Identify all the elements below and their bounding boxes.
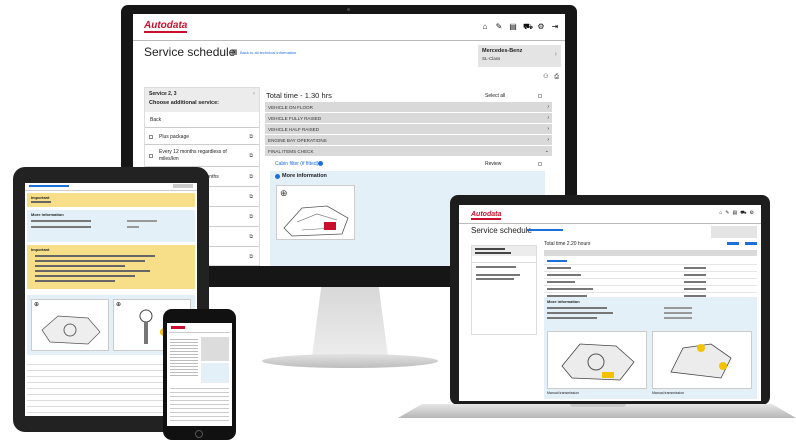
- tablet-important-heading: Important: [31, 247, 50, 252]
- laptop: Autodata ⌂✎▤⛟⚙ Service schedule Total ti…: [450, 195, 770, 405]
- laptop-base-notch: [570, 404, 626, 407]
- vehicle-make: Mercedes-Benz: [482, 48, 523, 54]
- back-to-technical-link[interactable]: Back to all technical information: [240, 50, 296, 55]
- important-heading: Important: [31, 195, 50, 200]
- section-row[interactable]: ENGINE BAY OPERATIONS ›: [265, 135, 552, 146]
- chevron-left-icon[interactable]: ‹: [253, 91, 255, 97]
- vehicle-box[interactable]: Mercedes-Benz SL-Class ›: [478, 45, 561, 67]
- service-item[interactable]: Every 12 months regardless of miles/km ⧉: [145, 146, 259, 167]
- tablet-nav: [25, 183, 197, 191]
- laptop-blue-links: [727, 242, 757, 245]
- copy-icon: ⧉: [249, 194, 253, 200]
- laptop-header-icons: ⌂✎▤⛟⚙: [719, 210, 757, 217]
- service-subtitle: Choose additional service:: [149, 100, 219, 106]
- laptop-service-panel: [471, 245, 537, 335]
- laptop-screen: Autodata ⌂✎▤⛟⚙ Service schedule Total ti…: [459, 205, 761, 401]
- select-all-link[interactable]: Select all: [485, 93, 505, 99]
- car-icon[interactable]: ⛟: [740, 210, 749, 216]
- logout-icon[interactable]: ⇥: [551, 23, 559, 31]
- tablet-more-info-heading: More information: [31, 212, 64, 217]
- monitor-base: [262, 354, 438, 368]
- car-icon[interactable]: ⛟: [523, 23, 533, 31]
- section-row[interactable]: FINAL ITEMS CHECK ⌄: [265, 146, 552, 157]
- service-name: Service 2, 3: [149, 91, 177, 97]
- laptop-diagram-1[interactable]: [547, 331, 647, 389]
- check-icon: [318, 161, 323, 166]
- copy-icon: ⧉: [249, 174, 253, 180]
- home-icon[interactable]: ⌂: [481, 23, 489, 31]
- laptop-diagram-2-caption: Manual transmission: [652, 391, 685, 395]
- laptop-more-info-heading: More information: [547, 299, 580, 304]
- engine-diagram: [41, 315, 101, 345]
- laptop-autodata-logo[interactable]: Autodata: [471, 211, 502, 220]
- section-row[interactable]: VEHICLE FULLY RAISED ›: [265, 113, 552, 124]
- review-checkbox[interactable]: [538, 162, 542, 166]
- grid-icon[interactable]: ▦: [231, 48, 238, 56]
- laptop-vehicle-box[interactable]: [711, 226, 757, 238]
- laptop-page-title: Service schedule: [471, 226, 532, 235]
- chevron-right-icon: ›: [554, 51, 557, 58]
- section-row[interactable]: VEHICLE HALF RAISED ›: [265, 124, 552, 135]
- transmission-diagram-1: [561, 343, 635, 381]
- smartphone: [163, 309, 236, 440]
- laptop-diagram-1-caption: Manual transmission: [547, 391, 580, 395]
- review-label: Review: [485, 161, 502, 167]
- diagram-image[interactable]: ⊕: [276, 185, 355, 240]
- zoom-icon[interactable]: ⊕: [116, 301, 121, 308]
- page-title: Service schedule: [144, 45, 236, 59]
- wrench-icon[interactable]: ✎: [495, 23, 503, 31]
- laptop-total-time: Total time 2.20 hours: [544, 241, 591, 247]
- laptop-diagram-2[interactable]: [652, 331, 752, 389]
- select-all-checkbox[interactable]: [538, 94, 542, 98]
- camera-dot: [347, 8, 350, 11]
- cabin-filter-link[interactable]: Cabin filter (if fitted): [275, 161, 318, 167]
- more-info-heading: More information: [282, 173, 327, 179]
- laptop-section-bar[interactable]: [544, 250, 757, 256]
- print-icon[interactable]: ⎙: [554, 74, 559, 80]
- gear-icon[interactable]: ⚙: [750, 210, 757, 216]
- gear-icon[interactable]: ⚙: [537, 23, 545, 31]
- copy-icon: ⧉: [249, 133, 253, 140]
- laptop-more-info-panel: More information Manual transmission Man…: [544, 297, 757, 399]
- cabin-filter-diagram: [283, 205, 349, 237]
- document-icon[interactable]: ▤: [509, 23, 517, 31]
- copy-icon: ⧉: [249, 214, 253, 220]
- copy-icon: ⧉: [249, 234, 253, 240]
- tablet-important-box: Important: [27, 245, 195, 289]
- copy-icon: ⧉: [249, 254, 253, 260]
- back-button[interactable]: Back: [145, 113, 259, 128]
- copy-icon: ⧉: [249, 153, 253, 159]
- header-icons: ⌂ ✎ ▤ ⛟ ⚙ ⇥: [475, 23, 559, 31]
- transmission-diagram-2: [670, 343, 732, 379]
- zoom-icon[interactable]: ⊕: [34, 301, 39, 308]
- important-box: Important: [27, 193, 195, 207]
- section-row[interactable]: VEHICLE ON FLOOR ›: [265, 102, 552, 113]
- home-button[interactable]: [195, 430, 203, 438]
- service-header: Service 2, 3 Choose additional service: …: [145, 88, 259, 112]
- info-icon: [275, 174, 280, 179]
- print-icons: ⚇ ⎙: [543, 73, 559, 81]
- total-time: Total time - 1.30 hrs: [266, 91, 332, 100]
- vehicle-model: SL-Class: [482, 56, 501, 61]
- users-icon[interactable]: ⚇: [543, 74, 548, 80]
- sections-list: VEHICLE ON FLOOR › VEHICLE FULLY RAISED › …: [265, 102, 552, 159]
- monitor-neck: [312, 287, 388, 355]
- autodata-logo[interactable]: Autodata: [144, 21, 188, 33]
- phone-screen: [167, 323, 232, 426]
- service-item[interactable]: Plus package ⧉: [145, 129, 259, 145]
- tablet-more-info: More information: [27, 210, 195, 242]
